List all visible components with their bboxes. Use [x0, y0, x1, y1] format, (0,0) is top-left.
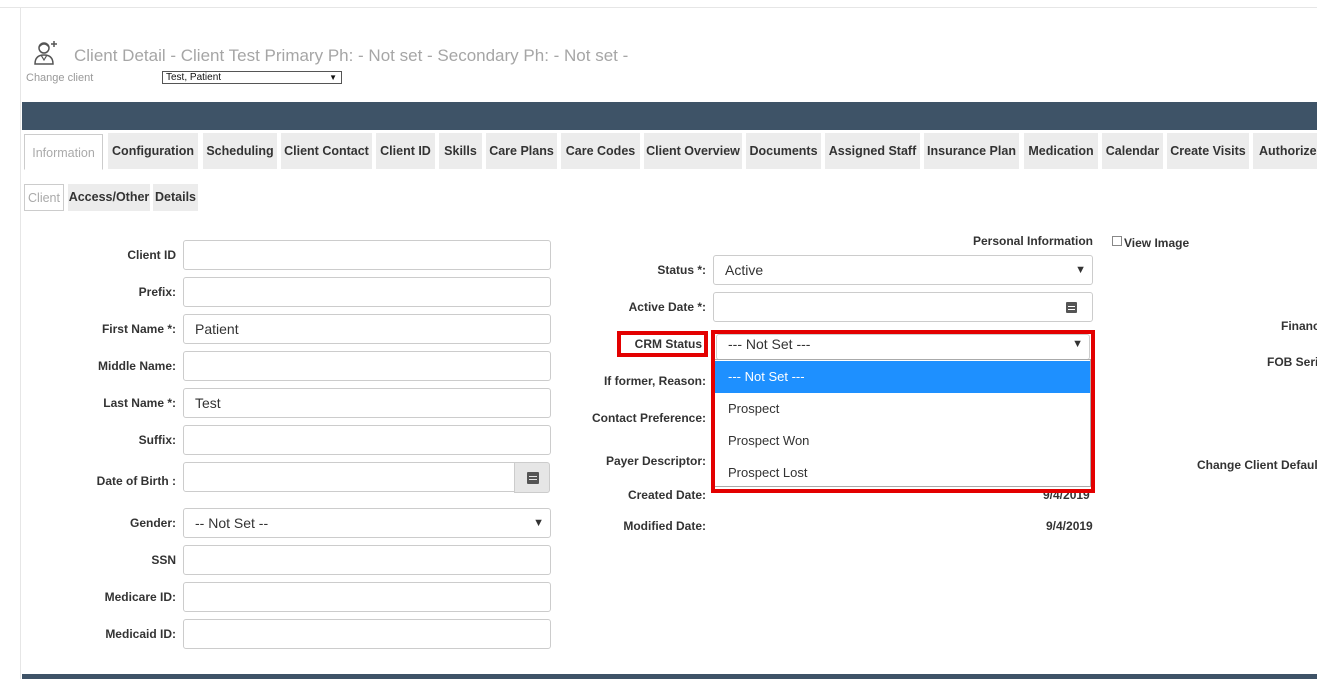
calendar-icon[interactable]: [1066, 302, 1077, 313]
dob-label: Date of Birth :: [96, 474, 176, 488]
tab-care-codes[interactable]: Care Codes: [561, 133, 640, 169]
last-name-input[interactable]: Test: [183, 388, 551, 418]
status-select[interactable]: Active ▼: [713, 255, 1093, 285]
medicaid-id-input[interactable]: [183, 619, 551, 649]
payer-descriptor-label: Payer Descriptor:: [605, 454, 706, 468]
client-id-label: Client ID: [127, 248, 176, 262]
chevron-down-icon: ▼: [329, 73, 337, 82]
if-former-reason-label: If former, Reason:: [603, 374, 706, 388]
change-client-label: Change client: [26, 72, 94, 84]
tab-assigned-staff[interactable]: Assigned Staff: [825, 133, 920, 169]
ssn-label: SSN: [151, 553, 176, 567]
suffix-label: Suffix:: [138, 433, 176, 447]
medicare-id-input[interactable]: [183, 582, 551, 612]
middle-name-input[interactable]: [183, 351, 551, 381]
subtab-details[interactable]: Details: [153, 184, 198, 211]
chevron-down-icon: ▼: [1075, 264, 1086, 276]
chevron-down-icon: ▼: [533, 517, 544, 529]
first-name-input[interactable]: Patient: [183, 314, 551, 344]
subtab-access-other[interactable]: Access/Other: [68, 184, 150, 211]
client-add-icon: [32, 38, 62, 68]
crm-dropdown-highlight: [711, 330, 1095, 493]
ssn-input[interactable]: [183, 545, 551, 575]
client-id-input[interactable]: [183, 240, 551, 270]
tab-client-overview[interactable]: Client Overview: [644, 133, 742, 169]
gender-label: Gender:: [129, 516, 176, 530]
main-tabs: Information Configuration Scheduling Cli…: [22, 133, 1317, 170]
contact-preference-label: Contact Preference:: [591, 411, 706, 425]
page-title: Client Detail - Client Test Primary Ph: …: [74, 46, 629, 65]
dob-calendar-button[interactable]: [514, 462, 550, 493]
active-date-label: Active Date *:: [628, 300, 706, 314]
medicare-id-label: Medicare ID:: [104, 590, 176, 604]
tab-client-id[interactable]: Client ID: [376, 133, 435, 169]
medicaid-id-label: Medicaid ID:: [105, 627, 176, 641]
modified-date-value: 9/4/2019: [1046, 519, 1093, 533]
tab-scheduling[interactable]: Scheduling: [203, 133, 277, 169]
modified-date-label: Modified Date:: [623, 519, 706, 533]
last-name-label: Last Name *:: [103, 396, 176, 410]
prefix-label: Prefix:: [138, 285, 176, 299]
finance-label: Financ: [1281, 319, 1317, 333]
first-name-label: First Name *:: [101, 322, 176, 336]
prefix-input[interactable]: [183, 277, 551, 307]
view-image-label: View Image: [1124, 236, 1190, 250]
calendar-icon: [527, 472, 539, 484]
tab-information[interactable]: Information: [24, 134, 103, 170]
tab-care-plans[interactable]: Care Plans: [486, 133, 557, 169]
gender-value: -- Not Set --: [195, 515, 269, 531]
change-client-value: Test, Patient: [166, 72, 222, 83]
tab-skills[interactable]: Skills: [439, 133, 482, 169]
view-image-checkbox[interactable]: [1112, 236, 1122, 246]
tab-client-contact[interactable]: Client Contact: [281, 133, 372, 169]
crm-status-label-highlight: [617, 331, 708, 357]
gender-select[interactable]: -- Not Set -- ▼: [183, 508, 551, 538]
tab-create-visits[interactable]: Create Visits: [1167, 133, 1249, 169]
created-date-label: Created Date:: [627, 488, 706, 502]
dob-input[interactable]: [183, 462, 515, 492]
subtab-client[interactable]: Client: [24, 184, 64, 211]
status-label: Status *:: [657, 263, 706, 277]
change-client-default-label: Change Client Defaul: [1197, 458, 1317, 472]
fob-serial-label: FOB Seri: [1267, 355, 1317, 369]
tab-authorize[interactable]: Authorize: [1253, 133, 1317, 169]
active-date-input[interactable]: [713, 292, 1093, 322]
tab-configuration[interactable]: Configuration: [108, 133, 198, 169]
tab-calendar[interactable]: Calendar: [1102, 133, 1163, 169]
footer-band: [22, 674, 1317, 679]
change-client-select[interactable]: Test, Patient ▼: [162, 71, 342, 84]
middle-name-label: Middle Name:: [97, 359, 176, 373]
top-border: [0, 0, 1317, 8]
frame-left-border: [20, 8, 21, 679]
status-value: Active: [725, 262, 764, 278]
tab-documents[interactable]: Documents: [746, 133, 821, 169]
suffix-input[interactable]: [183, 425, 551, 455]
tab-medication[interactable]: Medication: [1024, 133, 1098, 169]
tab-insurance-plan[interactable]: Insurance Plan: [924, 133, 1019, 169]
personal-info-title: Personal Information: [972, 234, 1093, 248]
header-band: [22, 102, 1317, 130]
